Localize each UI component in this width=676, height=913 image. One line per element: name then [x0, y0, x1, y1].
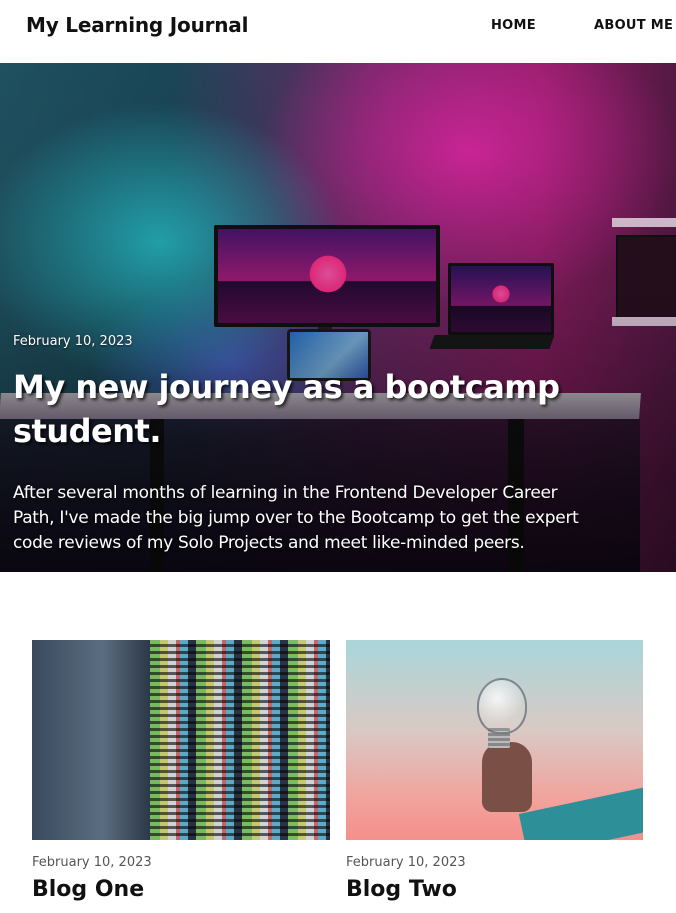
blog-card-image	[32, 640, 330, 840]
blog-card-title: Blog One	[32, 877, 145, 902]
site-header: My Learning Journal HOME ABOUT ME	[0, 0, 676, 63]
hero-excerpt: After several months of learning in the …	[13, 483, 579, 553]
blog-card[interactable]: February 10, 2023 Blog Two	[346, 640, 643, 902]
blog-card-title: Blog Two	[346, 877, 457, 902]
blog-card-date: February 10, 2023	[32, 855, 152, 870]
nav-home-link[interactable]: HOME	[491, 18, 536, 33]
hero-date: February 10, 2023	[13, 334, 133, 349]
blog-card-image	[346, 640, 643, 840]
hero-title[interactable]: My new journey as a bootcamp student.	[13, 365, 573, 453]
page: My Learning Journal HOME ABOUT ME Februa…	[0, 0, 676, 913]
hero-featured-post[interactable]: February 10, 2023 My new journey as a bo…	[0, 63, 676, 572]
blog-card-date: February 10, 2023	[346, 855, 466, 870]
nav-about-link[interactable]: ABOUT ME	[594, 18, 673, 33]
site-title-link[interactable]: My Learning Journal	[26, 13, 248, 37]
blog-card[interactable]: February 10, 2023 Blog One	[32, 640, 330, 902]
